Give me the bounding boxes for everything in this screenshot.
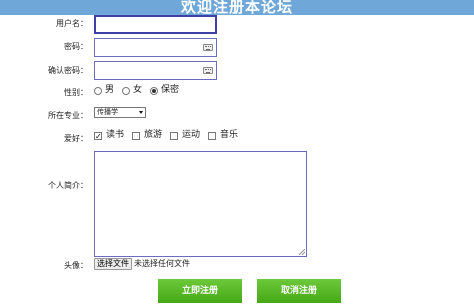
gender-radio-secret[interactable] <box>150 86 159 95</box>
password-input[interactable] <box>94 38 217 57</box>
username-field[interactable] <box>96 22 215 37</box>
hobby-option-label: 运动 <box>182 130 201 140</box>
gender-radio-female[interactable] <box>122 86 131 95</box>
hobby-checkbox-travel[interactable] <box>132 131 141 140</box>
hobby-option-label: 旅游 <box>144 130 163 140</box>
resize-grip-icon[interactable] <box>299 249 305 255</box>
hobby-option-label: 音乐 <box>220 130 239 140</box>
gender-radio-male[interactable] <box>94 86 102 95</box>
bio-textarea[interactable] <box>94 151 307 257</box>
hobby-option-label: 读书 <box>106 130 125 140</box>
gender-option-label: 女 <box>133 85 143 95</box>
hobby-options: 读书 旅游 运动 音乐 <box>94 130 244 142</box>
choose-file-button[interactable]: 选择文件 <box>94 258 132 270</box>
major-selected-value: 传播学 <box>97 108 118 116</box>
confirm-password-label: 确认密码： <box>48 66 88 75</box>
major-select[interactable]: 传播学 <box>94 107 146 118</box>
gender-options: 男 女 保密 <box>94 85 185 96</box>
username-label: 用户名： <box>56 19 88 28</box>
hobby-checkbox-reading[interactable] <box>94 131 102 142</box>
avatar-file-input: 选择文件 未选择任何文件 <box>94 258 190 270</box>
register-button[interactable]: 立即注册 <box>158 279 242 303</box>
confirm-password-input[interactable] <box>94 61 217 80</box>
hobby-checkbox-music[interactable] <box>208 131 217 140</box>
keyboard-icon <box>203 67 213 74</box>
file-status-text: 未选择任何文件 <box>134 259 190 268</box>
page-title: 欢迎注册本论坛 <box>0 0 474 15</box>
keyboard-icon <box>203 44 213 51</box>
avatar-label: 头像： <box>64 261 88 270</box>
gender-option-label: 男 <box>105 85 115 95</box>
gender-label: 性别： <box>64 88 88 97</box>
major-label: 所在专业： <box>48 111 88 120</box>
hobby-label: 爱好： <box>64 134 88 143</box>
hobby-checkbox-sports[interactable] <box>170 131 179 140</box>
gender-option-label: 保密 <box>161 85 180 95</box>
username-input[interactable] <box>94 15 217 37</box>
bio-label: 个人简介： <box>48 181 88 190</box>
chevron-down-icon <box>139 111 143 114</box>
cancel-register-button[interactable]: 取消注册 <box>257 279 341 303</box>
password-label: 密码： <box>64 42 88 51</box>
